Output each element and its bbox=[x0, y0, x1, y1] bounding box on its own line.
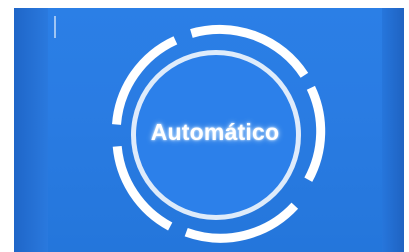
device-frame: Automático bbox=[0, 0, 409, 252]
mode-label: Automático bbox=[150, 119, 280, 145]
ring-segment-right bbox=[304, 85, 326, 182]
mode-dial[interactable]: Automático bbox=[14, 8, 404, 252]
display-screen: Automático bbox=[14, 8, 404, 252]
